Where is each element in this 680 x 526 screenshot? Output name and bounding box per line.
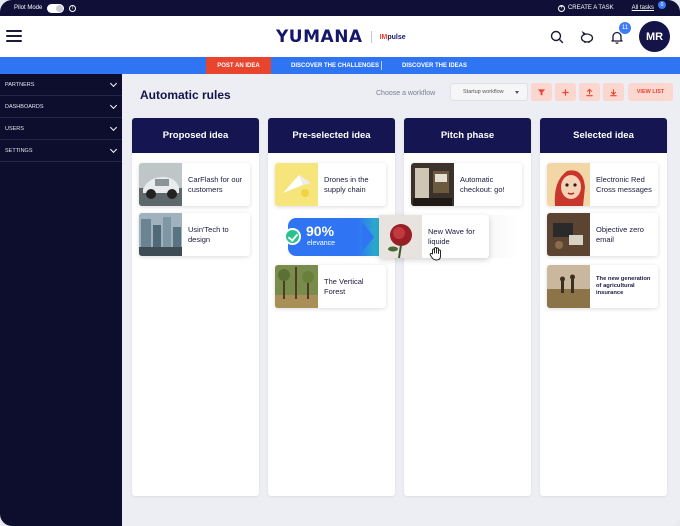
card-image-farm [547,265,590,308]
idea-card[interactable]: The Vertical Forest [275,265,386,308]
bell-icon[interactable]: 11 [609,21,631,45]
create-task-button[interactable]: + CREATE A TASK [557,4,614,12]
card-image-car [139,163,182,206]
column-title: Proposed idea [132,118,259,153]
logo-yumana: YUMANA [276,27,363,47]
relevance-label: elevance [307,240,336,247]
caret-down-icon [515,91,519,94]
idea-card[interactable]: CarFlash for our customers [139,163,250,206]
view-list-button[interactable]: VIEW LIST [628,83,673,101]
workflow-select-value: Startup workflow [463,89,504,95]
logo-impulse: IMpulse [379,33,406,41]
kanban-column-pitch: Pitch phase Automatic checkout: go! [404,118,531,496]
pilot-mode: Pilot Mode i [14,3,77,13]
card-image-checkout [411,163,454,206]
card-title: Usin'Tech to design [188,225,229,244]
card-image-popart [547,163,590,206]
card-title: Drones in the supply chain [324,175,369,194]
card-title: Objective zero email [596,225,644,244]
download-button[interactable] [603,83,624,101]
idea-card[interactable]: The new generation of agricultural insur… [547,265,658,308]
card-title: CarFlash for our customers [188,175,243,194]
all-tasks-badge: 0 [658,1,666,9]
post-idea-button[interactable]: POST AN IDEA [206,57,271,74]
card-title: Electronic Red Cross messages [596,175,652,194]
all-tasks-link[interactable]: All tasks 0 [631,1,666,11]
idea-card[interactable]: Objective zero email [547,213,658,256]
chevron-down-icon [109,79,118,88]
sidebar-item-settings[interactable]: SETTINGS [0,140,122,162]
pilot-mode-label: Pilot Mode [14,5,43,11]
nav-discover-challenges[interactable]: DISCOVER THE CHALLENGES [281,57,389,74]
all-tasks-label: All tasks [631,5,654,11]
upload-icon [586,88,593,96]
sidebar-item-partners[interactable]: PARTNERS [0,74,122,96]
pilot-mode-toggle[interactable] [47,3,65,13]
add-button[interactable] [555,83,576,101]
hamburger-menu-icon[interactable] [6,30,22,42]
column-title: Pitch phase [404,118,531,153]
column-title: Pre-selected idea [268,118,395,153]
card-image-rose [379,215,422,258]
idea-card[interactable]: Usin'Tech to design [139,213,250,256]
idea-card[interactable]: Automatic checkout: go! [411,163,522,206]
avatar[interactable]: MR [639,21,670,52]
download-icon [610,88,617,96]
piggy-bank-icon[interactable] [579,29,595,45]
filter-button[interactable] [531,83,552,101]
card-image-forest [275,265,318,308]
chevron-down-icon [109,145,118,154]
kanban-column-preselected: Pre-selected idea Drones in the supply c… [268,118,395,496]
sidebar-item-label: PARTNERS [5,81,35,88]
sidebar-item-dashboards[interactable]: DASHBOARDS [0,96,122,118]
app-window: Pilot Mode i + CREATE A TASK All tasks 0… [0,0,680,526]
card-image-drone [275,163,318,206]
main-nav: POST AN IDEA DISCOVER THE CHALLENGES DIS… [0,57,680,74]
logo[interactable]: YUMANA IMpulse [276,27,406,47]
sidebar: PARTNERS DASHBOARDS USERS SETTINGS [0,74,122,526]
workflow-select[interactable]: Startup workflow [450,83,528,101]
nav-discover-ideas[interactable]: DISCOVER THE IDEAS [392,57,477,74]
idea-card[interactable]: Drones in the supply chain [275,163,386,206]
page-title: Automatic rules [140,88,231,102]
chevron-down-icon [109,101,118,110]
sidebar-item-label: USERS [5,125,24,132]
grab-hand-icon [429,247,441,261]
card-title: Automatic checkout: go! [460,175,505,194]
create-task-label: CREATE A TASK [567,5,614,11]
card-image-city [139,213,182,256]
kanban-column-proposed: Proposed idea CarFlash for our customers… [132,118,259,496]
card-image-desk [547,213,590,256]
app-header: YUMANA IMpulse 11 MR [0,16,680,57]
relevance-percent: 90% [306,223,335,239]
search-icon[interactable] [549,29,565,45]
idea-card[interactable]: Electronic Red Cross messages [547,163,658,206]
choose-workflow-label: Choose a workflow [376,90,436,97]
filter-icon [537,88,546,96]
sidebar-item-label: SETTINGS [5,147,33,154]
relevance-badge-arrow [362,222,374,252]
sidebar-item-label: DASHBOARDS [5,103,44,110]
main-content: Automatic rules Choose a workflow Startu… [122,74,680,526]
plus-circle-icon: + [557,4,565,12]
card-title: The Vertical Forest [324,277,364,296]
kanban-column-selected: Selected idea Electronic Red Cross messa… [540,118,667,496]
top-utility-bar: Pilot Mode i + CREATE A TASK All tasks 0 [0,0,680,16]
logo-divider [370,31,372,43]
chevron-down-icon [109,123,118,132]
info-icon[interactable]: i [69,4,77,12]
notification-badge: 11 [619,21,631,34]
sidebar-item-users[interactable]: USERS [0,118,122,140]
upload-button[interactable] [579,83,600,101]
card-title: The new generation of agricultural insur… [596,275,651,297]
column-title: Selected idea [540,118,667,153]
nav-divider [381,61,382,70]
plus-icon [562,88,569,96]
check-icon [284,228,301,245]
